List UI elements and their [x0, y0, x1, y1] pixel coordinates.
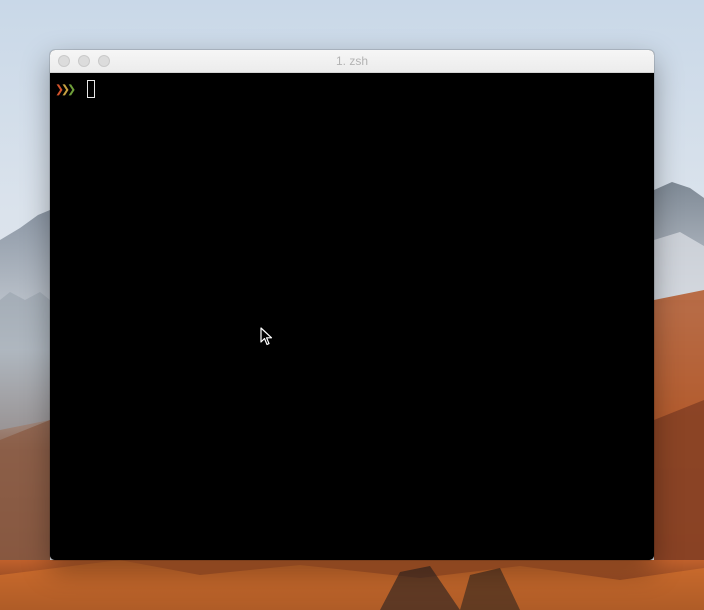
terminal-pane[interactable]: ❯ ❯ ❯	[50, 73, 654, 560]
desktop: 1. zsh ❯ ❯ ❯	[0, 0, 704, 610]
mouse-pointer-icon	[260, 327, 273, 346]
text-cursor[interactable]	[87, 80, 96, 98]
prompt-line: ❯ ❯ ❯	[55, 79, 96, 99]
terminal-window: 1. zsh ❯ ❯ ❯	[50, 50, 654, 560]
chevron-right-icon: ❯	[67, 80, 76, 98]
window-title: 1. zsh	[335, 54, 368, 68]
window-titlebar[interactable]: 1. zsh	[50, 50, 654, 73]
